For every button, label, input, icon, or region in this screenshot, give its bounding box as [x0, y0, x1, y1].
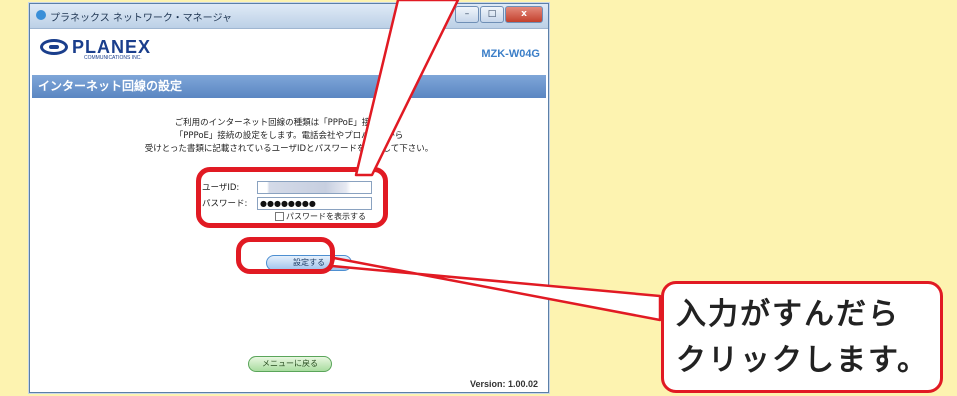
callout-text: 入力がすんだら クリックします。 [676, 292, 929, 384]
callout-line-1: 入力がすんだら [676, 297, 900, 332]
top-callout-pointer [354, 0, 460, 177]
callout-pointer [330, 256, 662, 322]
callout-line-2: クリックします。 [676, 343, 929, 378]
